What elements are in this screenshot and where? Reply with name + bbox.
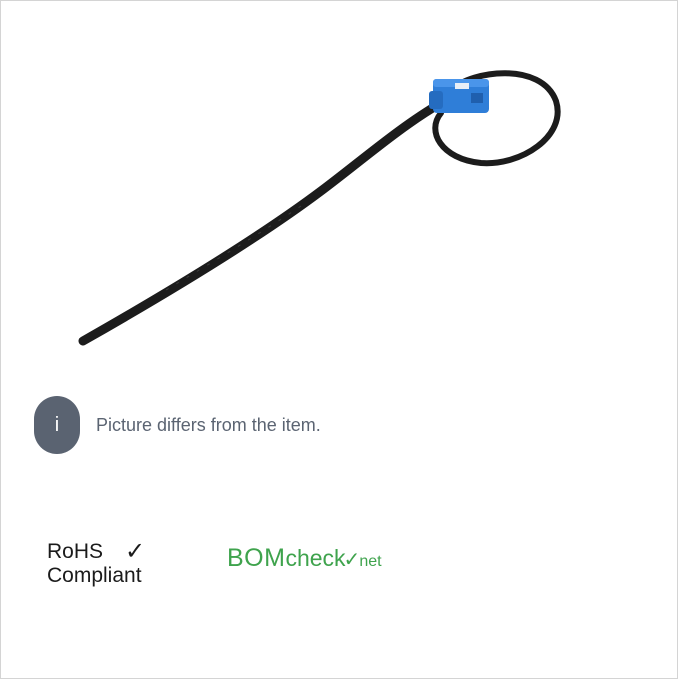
product-image: [78, 70, 561, 346]
cable-lead: [78, 98, 446, 346]
rohs-compliant-logo: RoHS ✓ Compliant: [47, 540, 145, 588]
bomcheck-brand: BOM: [227, 544, 286, 572]
bomcheck-logo: BOM check ✓ net: [227, 544, 382, 573]
info-icon: i: [34, 396, 80, 454]
sensor-housing: [429, 79, 489, 113]
rohs-compliant-label: Compliant: [47, 564, 142, 587]
rohs-label: RoHS: [47, 540, 104, 563]
bomcheck-tick-icon: ✓: [343, 549, 361, 571]
picture-notice: i Picture differs from the item.: [34, 396, 321, 454]
bomcheck-net: net: [359, 553, 382, 570]
product-card: i Picture differs from the item. RoHS ✓ …: [0, 0, 678, 679]
checkmark-icon: ✓: [125, 538, 146, 565]
notice-text: Picture differs from the item.: [96, 414, 321, 435]
bomcheck-check: check: [285, 545, 346, 571]
